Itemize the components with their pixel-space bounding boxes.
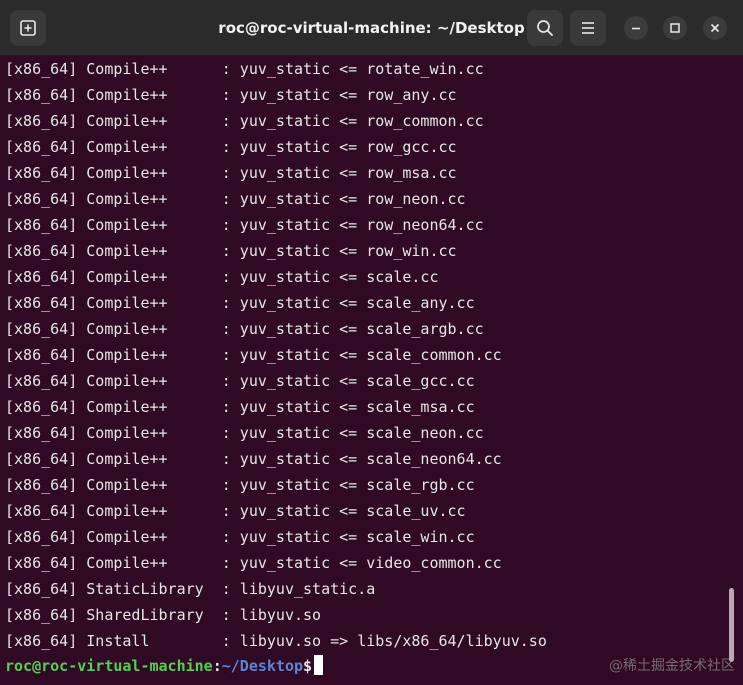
terminal-lines: [x86_64] Compile++ : yuv_static <= rotat… bbox=[5, 56, 720, 654]
terminal-line: [x86_64] Compile++ : yuv_static <= scale… bbox=[5, 372, 475, 390]
terminal-line: [x86_64] Compile++ : yuv_static <= scale… bbox=[5, 476, 475, 494]
terminal-line: [x86_64] Compile++ : yuv_static <= scale… bbox=[5, 424, 484, 442]
new-tab-icon bbox=[20, 20, 36, 36]
terminal-line: [x86_64] Compile++ : yuv_static <= video… bbox=[5, 554, 502, 572]
terminal-line: [x86_64] Install : libyuv.so => libs/x86… bbox=[5, 632, 547, 650]
close-icon bbox=[710, 23, 720, 33]
prompt-separator: : bbox=[212, 657, 222, 675]
terminal-line: [x86_64] Compile++ : yuv_static <= row_g… bbox=[5, 138, 457, 156]
new-tab-button[interactable] bbox=[10, 10, 46, 46]
terminal-line: [x86_64] StaticLibrary : libyuv_static.a bbox=[5, 580, 376, 598]
search-button[interactable] bbox=[527, 10, 563, 46]
watermark-text: @稀土掘金技术社区 bbox=[609, 658, 735, 674]
terminal-line: [x86_64] Compile++ : yuv_static <= row_w… bbox=[5, 242, 457, 260]
terminal-line: [x86_64] Compile++ : yuv_static <= row_a… bbox=[5, 86, 457, 104]
terminal-line: [x86_64] Compile++ : yuv_static <= scale… bbox=[5, 294, 475, 312]
terminal-line: [x86_64] Compile++ : yuv_static <= scale… bbox=[5, 450, 502, 468]
search-icon bbox=[537, 20, 553, 36]
scrollbar-thumb[interactable] bbox=[729, 588, 734, 662]
shell-prompt[interactable]: roc@roc-virtual-machine:~/Desktop$ bbox=[5, 654, 324, 678]
terminal-line: [x86_64] Compile++ : yuv_static <= scale… bbox=[5, 398, 475, 416]
terminal-window: roc@roc-virtual-machine: ~/Desktop [x86_… bbox=[0, 0, 743, 685]
minimize-button[interactable] bbox=[624, 16, 648, 40]
maximize-icon bbox=[670, 23, 680, 33]
maximize-button[interactable] bbox=[663, 16, 687, 40]
terminal-line: [x86_64] Compile++ : yuv_static <= row_n… bbox=[5, 190, 466, 208]
terminal-line: [x86_64] Compile++ : yuv_static <= scale… bbox=[5, 528, 475, 546]
terminal-line: [x86_64] SharedLibrary : libyuv.so bbox=[5, 606, 322, 624]
terminal-line: [x86_64] Compile++ : yuv_static <= row_c… bbox=[5, 112, 484, 130]
terminal-line: [x86_64] Compile++ : yuv_static <= row_m… bbox=[5, 164, 457, 182]
terminal-line: [x86_64] Compile++ : yuv_static <= scale… bbox=[5, 502, 466, 520]
hamburger-menu-icon bbox=[582, 22, 594, 34]
terminal-line: [x86_64] Compile++ : yuv_static <= rotat… bbox=[5, 60, 484, 78]
terminal-line: [x86_64] Compile++ : yuv_static <= scale… bbox=[5, 346, 502, 364]
terminal-line: [x86_64] Compile++ : yuv_static <= scale… bbox=[5, 320, 484, 338]
prompt-path: ~/Desktop bbox=[221, 657, 304, 675]
prompt-symbol: $ bbox=[303, 657, 313, 675]
minimize-icon bbox=[632, 27, 640, 30]
text-cursor bbox=[314, 655, 324, 675]
terminal-output-area[interactable]: [x86_64] Compile++ : yuv_static <= rotat… bbox=[0, 56, 743, 685]
terminal-line: [x86_64] Compile++ : yuv_static <= row_n… bbox=[5, 216, 484, 234]
title-bar[interactable]: roc@roc-virtual-machine: ~/Desktop bbox=[0, 0, 743, 56]
close-button[interactable] bbox=[703, 16, 727, 40]
terminal-line: [x86_64] Compile++ : yuv_static <= scale… bbox=[5, 268, 439, 286]
menu-button[interactable] bbox=[570, 10, 606, 46]
prompt-user-host: roc@roc-virtual-machine bbox=[5, 657, 213, 675]
